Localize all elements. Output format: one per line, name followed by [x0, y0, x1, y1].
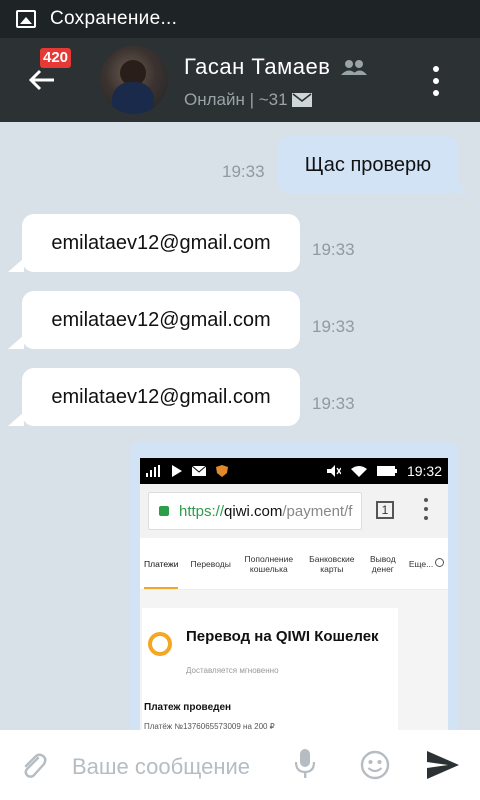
attached-screenshot: 19:32 https://qiwi.com/payment/f 1 Плате… — [140, 458, 448, 742]
message-text: Щас проверю — [304, 153, 432, 176]
message-time: 19:33 — [312, 394, 355, 413]
image-attachment[interactable]: 19:32 https://qiwi.com/payment/f 1 Плате… — [130, 442, 458, 742]
contact-name-row[interactable]: Гасан Тамаев — [184, 54, 368, 80]
paperclip-icon[interactable] — [18, 750, 48, 780]
card-subtitle: Доставляется мгновенно — [186, 666, 279, 675]
contact-status: Онлайн | ~31 — [184, 90, 288, 109]
incoming-message[interactable]: emilataev12@gmail.com — [8, 291, 300, 349]
url-path: /payment/f — [282, 502, 353, 520]
payment-status: Платеж проведен — [144, 702, 232, 713]
unread-badge: 420 — [40, 48, 72, 68]
message-text: emilataev12@gmail.com — [51, 385, 271, 408]
card-title: Перевод на QIWI Кошелек — [186, 628, 379, 645]
nav-item: Банковские карты — [309, 553, 355, 574]
lock-icon — [159, 506, 169, 516]
qiwi-nav: Платежи Переводы Пополнение кошелька Бан… — [140, 538, 448, 590]
message-text: emilataev12@gmail.com — [51, 231, 271, 254]
microphone-icon[interactable] — [292, 748, 318, 780]
outgoing-message[interactable]: Щас проверю — [278, 136, 470, 194]
status-bar: Сохранение... — [0, 0, 480, 38]
contact-name: Гасан Тамаев — [184, 54, 331, 79]
message-time: 19:33 — [222, 162, 265, 181]
nav-item: Пополнение кошелька — [244, 553, 294, 574]
group-icon — [341, 60, 368, 75]
message-time: 19:33 — [312, 317, 355, 336]
payment-card: Перевод на QIWI Кошелек Доставляется мгн… — [142, 608, 398, 742]
send-icon[interactable] — [426, 750, 460, 780]
nav-item: Платежи — [144, 558, 179, 569]
search-icon — [435, 558, 444, 567]
tab-count: 1 — [376, 501, 394, 519]
mail-icon — [192, 466, 206, 476]
nav-item: Вывод денег — [369, 553, 396, 574]
screenshot-status-bar: 19:32 — [140, 458, 448, 484]
contact-status-row: Онлайн | ~31 — [184, 90, 312, 110]
browser-toolbar: https://qiwi.com/payment/f 1 — [140, 484, 448, 538]
mute-icon — [326, 465, 341, 477]
back-arrow-icon — [28, 69, 54, 91]
screenshot-clock: 19:32 — [406, 463, 442, 479]
qiwi-content: Перевод на QIWI Кошелек Доставляется мгн… — [140, 590, 448, 742]
avatar[interactable] — [100, 46, 168, 114]
message-time: 19:33 — [312, 240, 355, 259]
chat-header: 420 Гасан Тамаев Онлайн | ~31 — [0, 38, 480, 122]
play-icon — [172, 465, 182, 477]
nav-item: Переводы — [190, 558, 231, 569]
back-button[interactable] — [26, 64, 62, 96]
more-vert-icon — [424, 498, 428, 520]
incoming-message[interactable]: emilataev12@gmail.com — [8, 214, 300, 272]
message-input[interactable]: Ваше сообщение — [72, 754, 250, 780]
url-scheme: https:// — [179, 502, 225, 520]
status-text: Сохранение... — [50, 8, 178, 29]
wifi-icon — [350, 466, 367, 477]
signal-icon — [146, 465, 160, 477]
more-vert-icon[interactable] — [428, 66, 444, 96]
nav-item: Еще... — [408, 558, 434, 569]
smile-icon[interactable] — [360, 750, 390, 780]
image-icon — [16, 10, 36, 28]
nav-active-indicator — [144, 587, 178, 589]
message-text: emilataev12@gmail.com — [51, 308, 271, 331]
qiwi-logo-icon — [148, 632, 172, 656]
incoming-message[interactable]: emilataev12@gmail.com — [8, 368, 300, 426]
url-domain: qiwi.com — [224, 502, 283, 520]
url-bar: https://qiwi.com/payment/f — [148, 492, 362, 530]
mail-icon — [291, 93, 312, 107]
shield-icon — [216, 465, 228, 477]
battery-icon — [376, 466, 397, 476]
message-composer: Ваше сообщение — [0, 730, 480, 800]
